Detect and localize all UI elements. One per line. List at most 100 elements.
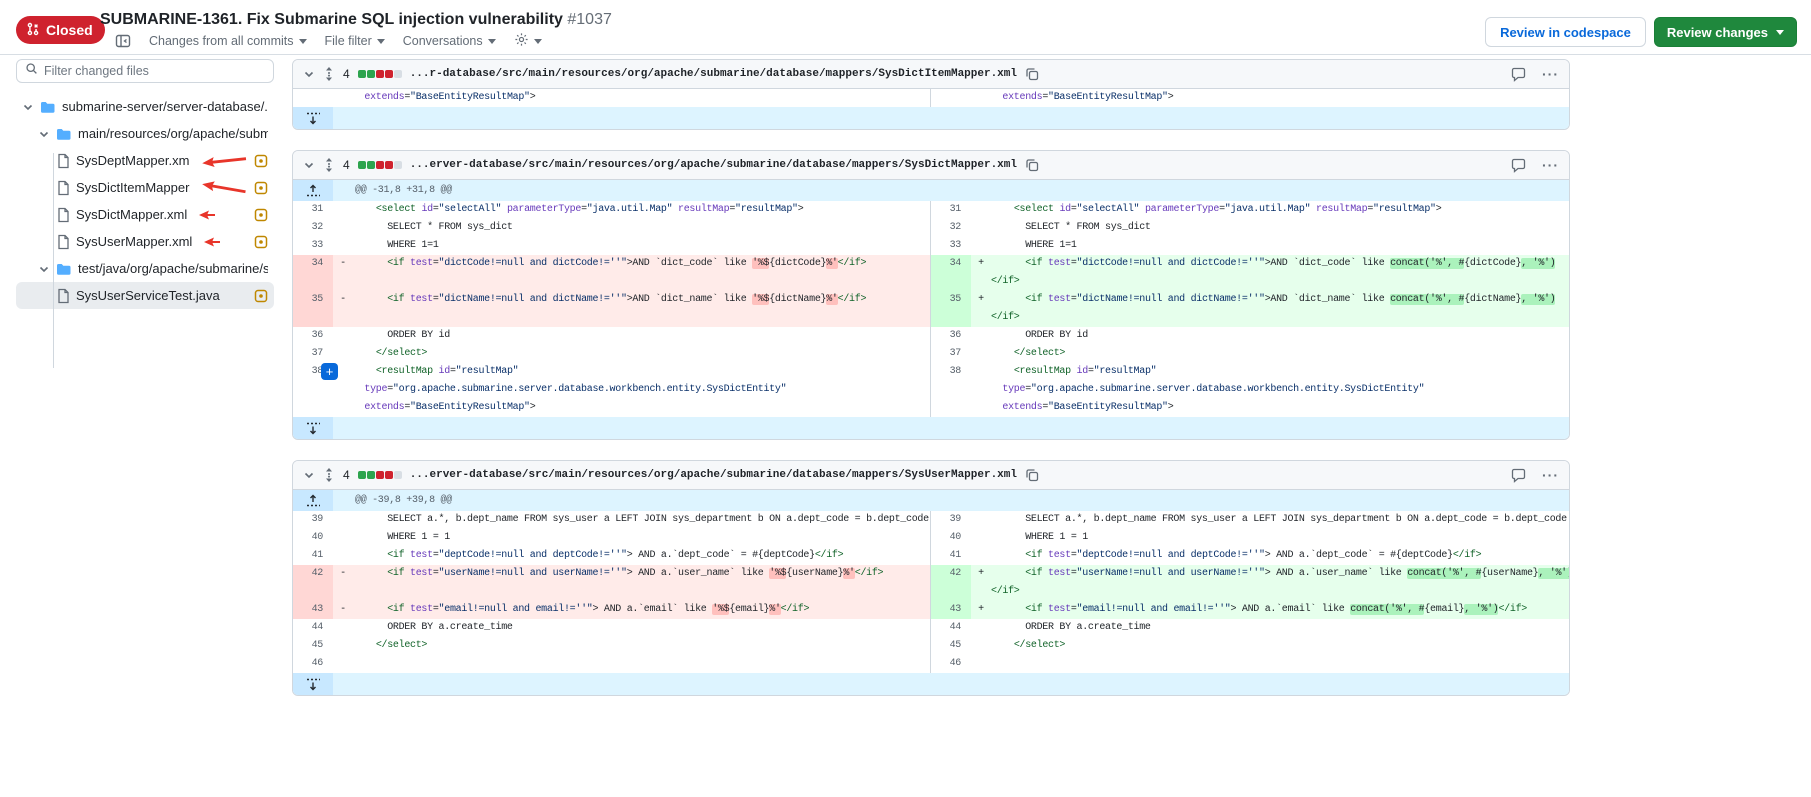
line-number[interactable]: 37: [293, 345, 333, 363]
line-number[interactable]: 34: [931, 255, 971, 291]
tree-file-sysuserservicetest-java[interactable]: SysUserServiceTest.java: [16, 282, 274, 309]
chevron-down-icon[interactable]: [38, 128, 50, 140]
expand-up-button[interactable]: [293, 180, 333, 201]
diff-old-side: 46: [293, 655, 931, 673]
line-number[interactable]: 46: [293, 655, 333, 673]
review-changes-button[interactable]: Review changes: [1654, 17, 1797, 47]
diff-marker: -: [333, 255, 353, 291]
sidebar-toggle-button[interactable]: [115, 33, 131, 49]
line-number[interactable]: 44: [931, 619, 971, 637]
tree-folder-test-java-org-apache-submarine-s-[interactable]: test/java/org/apache/submarine/s...: [16, 255, 274, 282]
line-number[interactable]: 44: [293, 619, 333, 637]
chevron-down-icon[interactable]: [22, 101, 34, 113]
diff-marker: [333, 511, 353, 529]
file-path[interactable]: ...r-database/src/main/resources/org/apa…: [410, 68, 1017, 80]
line-number[interactable]: 33: [293, 237, 333, 255]
file-path[interactable]: ...erver-database/src/main/resources/org…: [410, 159, 1017, 171]
file-modified-icon: [254, 235, 268, 249]
line-number[interactable]: 38: [931, 363, 971, 417]
line-number[interactable]: 43: [293, 601, 333, 619]
tree-folder-submarine-server-server-database-[interactable]: submarine-server/server-database/...: [16, 93, 274, 120]
expand-up-button[interactable]: [293, 490, 333, 511]
comment-icon[interactable]: [1511, 67, 1526, 82]
line-number[interactable]: 33: [931, 237, 971, 255]
grabber-icon[interactable]: [323, 467, 335, 483]
code-line: extends="BaseEntityResultMap">: [991, 89, 1569, 107]
file-filter-dropdown[interactable]: File filter: [325, 34, 385, 48]
copy-path-button[interactable]: [1025, 468, 1039, 482]
copy-path-button[interactable]: [1025, 67, 1039, 81]
diff-marker: [971, 655, 991, 673]
diff-marker: +: [971, 291, 991, 327]
diff-row-line-31: 31 <select id="selectAll" parameterType=…: [293, 201, 1569, 219]
tree-file-sysdictitemmapper-xml[interactable]: SysDictItemMapper.xml: [16, 174, 274, 201]
kebab-menu-button[interactable]: ···: [1542, 157, 1559, 173]
tree-file-sysdictmapper-xml[interactable]: SysDictMapper.xml: [16, 201, 274, 228]
expand-down-button[interactable]: [293, 417, 333, 439]
tree-file-sysusermapper-xml[interactable]: SysUserMapper.xml: [16, 228, 274, 255]
conversations-dropdown[interactable]: Conversations: [403, 34, 496, 48]
line-number[interactable]: 39: [931, 511, 971, 529]
diff-panel-2: 4...erver-database/src/main/resources/or…: [292, 460, 1570, 696]
line-number[interactable]: 31: [931, 201, 971, 219]
line-number[interactable]: [931, 89, 971, 107]
add-comment-button[interactable]: +: [321, 363, 338, 380]
diff-new-side: 42+ <if test="userName!=null and userNam…: [931, 565, 1569, 601]
line-number[interactable]: 31: [293, 201, 333, 219]
line-number[interactable]: 39: [293, 511, 333, 529]
chevron-down-icon[interactable]: [38, 263, 50, 275]
line-number[interactable]: 37: [931, 345, 971, 363]
tree-item-label: SysDeptMapper.xml: [76, 153, 190, 168]
line-number[interactable]: 40: [931, 529, 971, 547]
collapse-file-button[interactable]: [303, 469, 315, 481]
line-number[interactable]: 45: [293, 637, 333, 655]
line-number[interactable]: [293, 89, 333, 107]
review-in-codespace-button[interactable]: Review in codespace: [1485, 17, 1646, 47]
filter-changed-files-input[interactable]: [44, 64, 265, 78]
code-line: WHERE 1=1: [991, 237, 1569, 255]
line-number[interactable]: 36: [293, 327, 333, 345]
collapse-file-button[interactable]: [303, 68, 315, 80]
line-number[interactable]: 41: [931, 547, 971, 565]
collapse-file-button[interactable]: [303, 159, 315, 171]
red-annotation-arrow-icon: [202, 234, 222, 250]
line-number[interactable]: 46: [931, 655, 971, 673]
diff-old-side: 40 WHERE 1 = 1: [293, 529, 931, 547]
file-path[interactable]: ...erver-database/src/main/resources/org…: [410, 469, 1017, 481]
diff-new-side: 35+ <if test="dictName!=null and dictNam…: [931, 291, 1569, 327]
diffstat-square-empty: [394, 161, 402, 169]
line-number[interactable]: 34: [293, 255, 333, 291]
code-line: <if test="dictCode!=null and dictCode!='…: [991, 255, 1569, 291]
line-number[interactable]: 42: [293, 565, 333, 601]
changes-from-dropdown[interactable]: Changes from all commits: [149, 34, 307, 48]
line-number[interactable]: 35: [293, 291, 333, 327]
expand-down-button[interactable]: [293, 673, 333, 695]
file-header: 4...r-database/src/main/resources/org/ap…: [293, 60, 1569, 89]
copy-path-button[interactable]: [1025, 158, 1039, 172]
line-number[interactable]: 35: [931, 291, 971, 327]
comment-icon[interactable]: [1511, 468, 1526, 483]
kebab-menu-button[interactable]: ···: [1542, 467, 1559, 483]
comment-icon[interactable]: [1511, 158, 1526, 173]
line-number[interactable]: 41: [293, 547, 333, 565]
line-number[interactable]: 42: [931, 565, 971, 601]
diff-marker: [971, 619, 991, 637]
line-number[interactable]: 36: [931, 327, 971, 345]
diff-row-line-42: 42- <if test="userName!=null and userNam…: [293, 565, 1569, 601]
tree-folder-main-resources-org-apache-subm-[interactable]: main/resources/org/apache/subm...: [16, 120, 274, 147]
tree-file-sysdeptmapper-xml[interactable]: SysDeptMapper.xml: [16, 147, 274, 174]
expand-down-button[interactable]: [293, 107, 333, 129]
line-number[interactable]: 32: [293, 219, 333, 237]
grabber-icon[interactable]: [323, 66, 335, 82]
grabber-icon[interactable]: [323, 157, 335, 173]
code-line: <if test="email!=null and email!=''"> AN…: [353, 601, 930, 619]
diff-panel-0: 4...r-database/src/main/resources/org/ap…: [292, 59, 1570, 130]
line-number[interactable]: 40: [293, 529, 333, 547]
line-number[interactable]: 32: [931, 219, 971, 237]
kebab-menu-button[interactable]: ···: [1542, 66, 1559, 82]
diffstat-square-empty: [394, 70, 402, 78]
line-number[interactable]: 45: [931, 637, 971, 655]
line-number[interactable]: 43: [931, 601, 971, 619]
diff-settings-dropdown[interactable]: [514, 32, 542, 50]
line-number[interactable]: 38+: [293, 363, 333, 417]
